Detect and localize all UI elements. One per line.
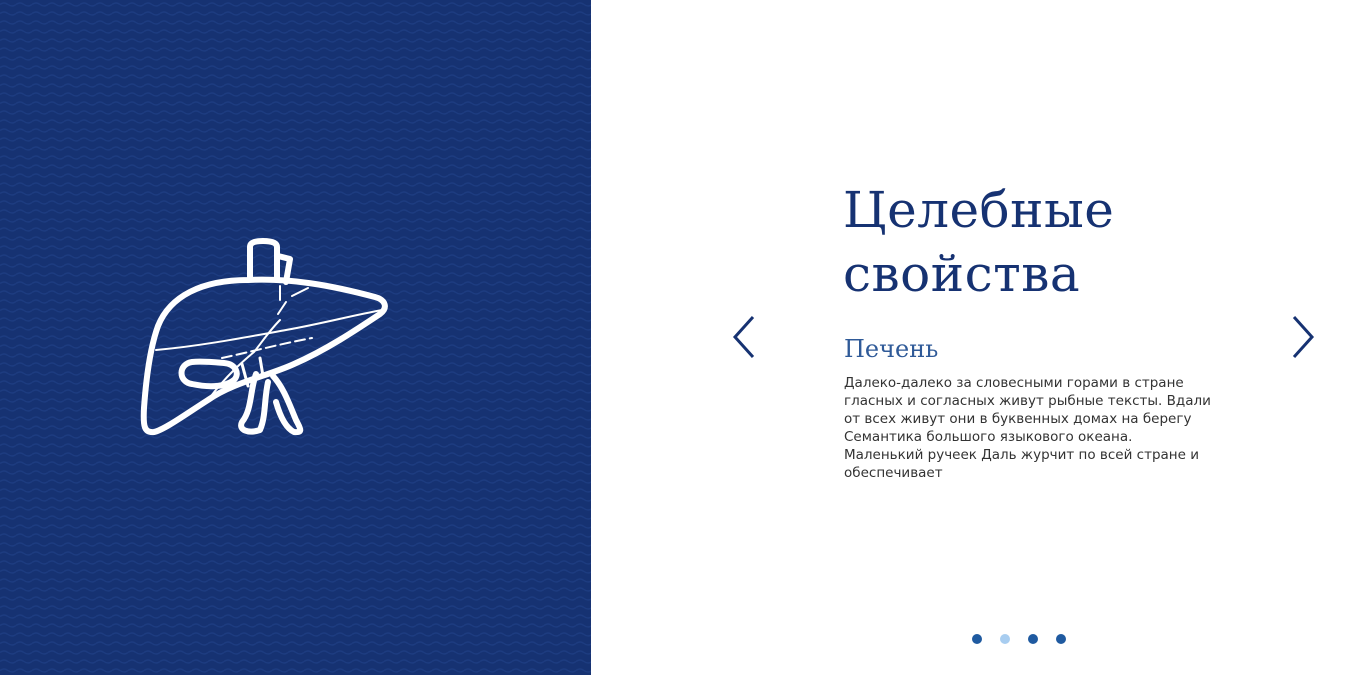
pagination-dot-2[interactable] <box>1000 634 1010 644</box>
previous-slide-button[interactable] <box>729 314 759 360</box>
page: Целебные свойства Печень Далеко-далеко з… <box>0 0 1366 676</box>
pagination-dot-1[interactable] <box>972 634 982 644</box>
content-panel: Целебные свойства Печень Далеко-далеко з… <box>591 0 1366 676</box>
slide-subtitle: Печень <box>844 335 939 363</box>
chevron-right-icon <box>1292 315 1315 359</box>
slide-description: Далеко-далеко за словесными горами в стр… <box>844 375 1211 481</box>
chevron-left-icon <box>732 315 755 359</box>
illustration-panel <box>0 0 591 675</box>
slide-title: Целебные свойства <box>843 181 1115 303</box>
next-slide-button[interactable] <box>1288 314 1318 360</box>
pagination-dot-3[interactable] <box>1028 634 1038 644</box>
liver-icon <box>130 230 400 450</box>
pagination-dot-4[interactable] <box>1056 634 1066 644</box>
carousel-pagination <box>972 634 1084 646</box>
